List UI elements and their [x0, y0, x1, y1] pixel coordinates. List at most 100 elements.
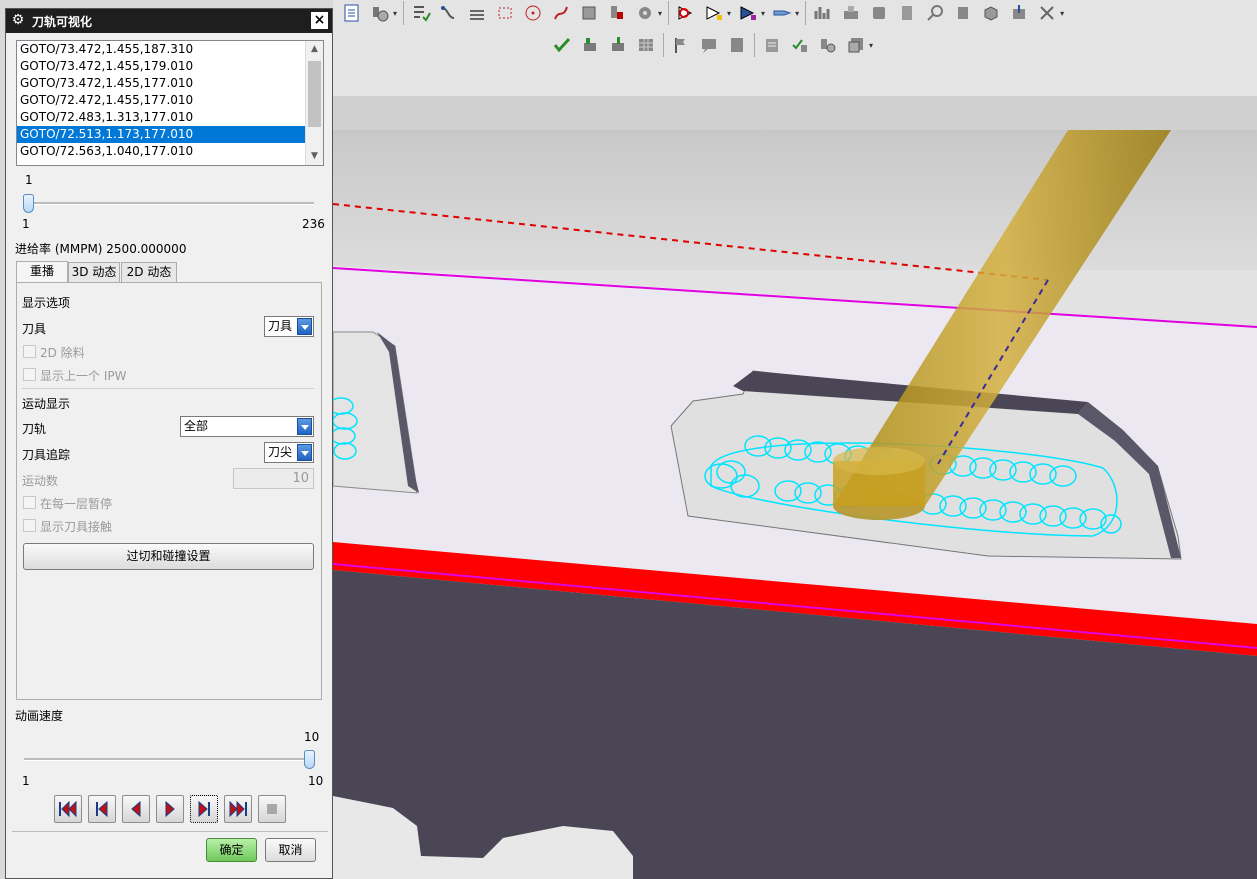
check-tool-icon[interactable]: [551, 34, 573, 56]
step-forward-icon: [198, 800, 210, 818]
comment-icon[interactable]: [698, 34, 720, 56]
toolpath-select[interactable]: 全部: [180, 416, 314, 437]
anim-speed-thumb[interactable]: [304, 750, 315, 769]
post-icon[interactable]: [845, 34, 867, 56]
cancel-button[interactable]: 取消: [265, 838, 316, 862]
gcode-list-item[interactable]: GOTO/72.483,1.313,177.010: [17, 109, 305, 126]
anim-speed-value: 10: [304, 730, 320, 744]
gcode-list[interactable]: GOTO/73.472,1.455,187.310 GOTO/73.472,1.4…: [16, 40, 324, 166]
timer-icon[interactable]: [817, 34, 839, 56]
flag-icon[interactable]: [670, 34, 692, 56]
list-scrollbar[interactable]: ▲ ▼: [305, 41, 323, 165]
show-tool-contact-checkbox[interactable]: [23, 519, 36, 532]
flag-blue-icon[interactable]: [737, 2, 759, 24]
tab-replay[interactable]: 重播: [16, 261, 68, 284]
ok-button[interactable]: 确定: [206, 838, 257, 862]
footer-divider: [12, 831, 328, 832]
cube-icon[interactable]: [980, 2, 1002, 24]
chevron-down-icon[interactable]: [297, 418, 312, 435]
tab-3d-dynamic[interactable]: 3D 动态: [68, 262, 120, 283]
tool-clock-icon[interactable]: [369, 2, 391, 24]
report-icon[interactable]: [761, 34, 783, 56]
machine-icon[interactable]: [868, 2, 890, 24]
probe-icon[interactable]: [771, 2, 793, 24]
scroll-up-icon[interactable]: ▲: [306, 41, 323, 58]
show-tool-contact-label: 显示刀具接触: [40, 520, 113, 534]
motion-display-heading: 运动显示: [22, 397, 71, 411]
tool-select[interactable]: 刀具: [264, 316, 314, 337]
dialog-titlebar: ⚙ 刀轨可视化 ×: [6, 9, 332, 33]
play-forward-button[interactable]: [156, 795, 184, 823]
grid-icon[interactable]: [635, 34, 657, 56]
curve-icon[interactable]: [550, 2, 572, 24]
anim-speed-max: 10: [308, 774, 324, 788]
chevron-down-icon[interactable]: [297, 444, 312, 461]
holder-green-icon[interactable]: [607, 34, 629, 56]
sheet-icon[interactable]: [726, 34, 748, 56]
gcode-list-item[interactable]: GOTO/73.472,1.455,187.310: [17, 41, 305, 58]
motion-count-label: 运动数: [22, 474, 59, 488]
path-icon[interactable]: [438, 2, 460, 24]
part-icon[interactable]: [578, 2, 600, 24]
stop-button[interactable]: [258, 795, 286, 823]
chart-icon[interactable]: [812, 2, 834, 24]
display-options-heading: 显示选项: [22, 296, 71, 310]
step-back-button[interactable]: [88, 795, 116, 823]
verify-icon[interactable]: [410, 2, 432, 24]
step-slider-track[interactable]: [24, 202, 314, 205]
replay-panel: 显示选项 刀具 刀具 2D 除料 显示上一个 IPW 运动显示 刀轨 全部 刀具…: [16, 282, 322, 700]
step-max: 236: [302, 217, 325, 231]
remove-2d-checkbox[interactable]: [23, 345, 36, 358]
anim-speed-track[interactable]: [24, 758, 312, 761]
flag-red-icon[interactable]: [675, 2, 697, 24]
play-reverse-button[interactable]: [122, 795, 150, 823]
toolpath-visualization-dialog: ⚙ 刀轨可视化 × GOTO/73.472,1.455,187.310 GOTO/…: [5, 8, 333, 879]
block-icon[interactable]: [952, 2, 974, 24]
cutter-icon[interactable]: [606, 2, 628, 24]
gear-tool-icon[interactable]: [634, 2, 656, 24]
graphics-viewport[interactable]: [333, 96, 1257, 879]
gouge-collision-settings-button[interactable]: 过切和碰撞设置: [23, 543, 314, 570]
toolpath-select-value: 全部: [184, 419, 209, 433]
step-value: 1: [25, 173, 33, 187]
rewind-start-button[interactable]: [54, 795, 82, 823]
remove-2d-label: 2D 除料: [40, 346, 85, 360]
tool-label: 刀具: [22, 322, 47, 336]
step-slider-thumb[interactable]: [23, 194, 34, 213]
delete-icon[interactable]: [1036, 2, 1058, 24]
gcode-list-item[interactable]: GOTO/73.472,1.455,177.010: [17, 75, 305, 92]
check-list-icon[interactable]: [789, 34, 811, 56]
toolpath-label: 刀轨: [22, 422, 47, 436]
circle-icon[interactable]: [522, 2, 544, 24]
gcode-list-item[interactable]: GOTO/72.563,1.040,177.010: [17, 143, 305, 160]
cutter-green-icon[interactable]: [579, 34, 601, 56]
gcode-list-item[interactable]: GOTO/72.513,1.173,177.010: [17, 126, 305, 143]
fast-forward-icon: [229, 800, 247, 818]
move-icon[interactable]: [494, 2, 516, 24]
motion-count-field[interactable]: 10: [233, 468, 314, 489]
tool-trace-select[interactable]: 刀尖: [264, 442, 314, 463]
chevron-down-icon[interactable]: [297, 318, 312, 335]
pause-each-layer-checkbox[interactable]: [23, 496, 36, 509]
gcode-list-item[interactable]: GOTO/73.472,1.455,179.010: [17, 58, 305, 75]
fast-forward-button[interactable]: [224, 795, 252, 823]
list-icon[interactable]: [466, 2, 488, 24]
holder-icon[interactable]: [896, 2, 918, 24]
anim-speed-label: 动画速度: [15, 709, 64, 723]
close-button[interactable]: ×: [311, 12, 328, 29]
divider: [22, 388, 314, 389]
document-icon[interactable]: [341, 2, 363, 24]
magnify-icon[interactable]: [924, 2, 946, 24]
feed-rate: 进给率 (MMPM) 2500.000000: [15, 242, 187, 256]
gear-icon[interactable]: ⚙: [10, 12, 26, 28]
scroll-thumb[interactable]: [308, 61, 321, 127]
step-forward-button[interactable]: [190, 795, 218, 823]
fixture-icon[interactable]: [840, 2, 862, 24]
flag-yellow-icon[interactable]: [703, 2, 725, 24]
export-icon[interactable]: [1008, 2, 1030, 24]
gcode-list-item[interactable]: GOTO/72.472,1.455,177.010: [17, 92, 305, 109]
show-prev-ipw-checkbox[interactable]: [23, 368, 36, 381]
scroll-down-icon[interactable]: ▼: [306, 148, 323, 165]
pause-each-layer-label: 在每一层暂停: [40, 497, 113, 511]
tab-2d-dynamic[interactable]: 2D 动态: [121, 262, 177, 283]
